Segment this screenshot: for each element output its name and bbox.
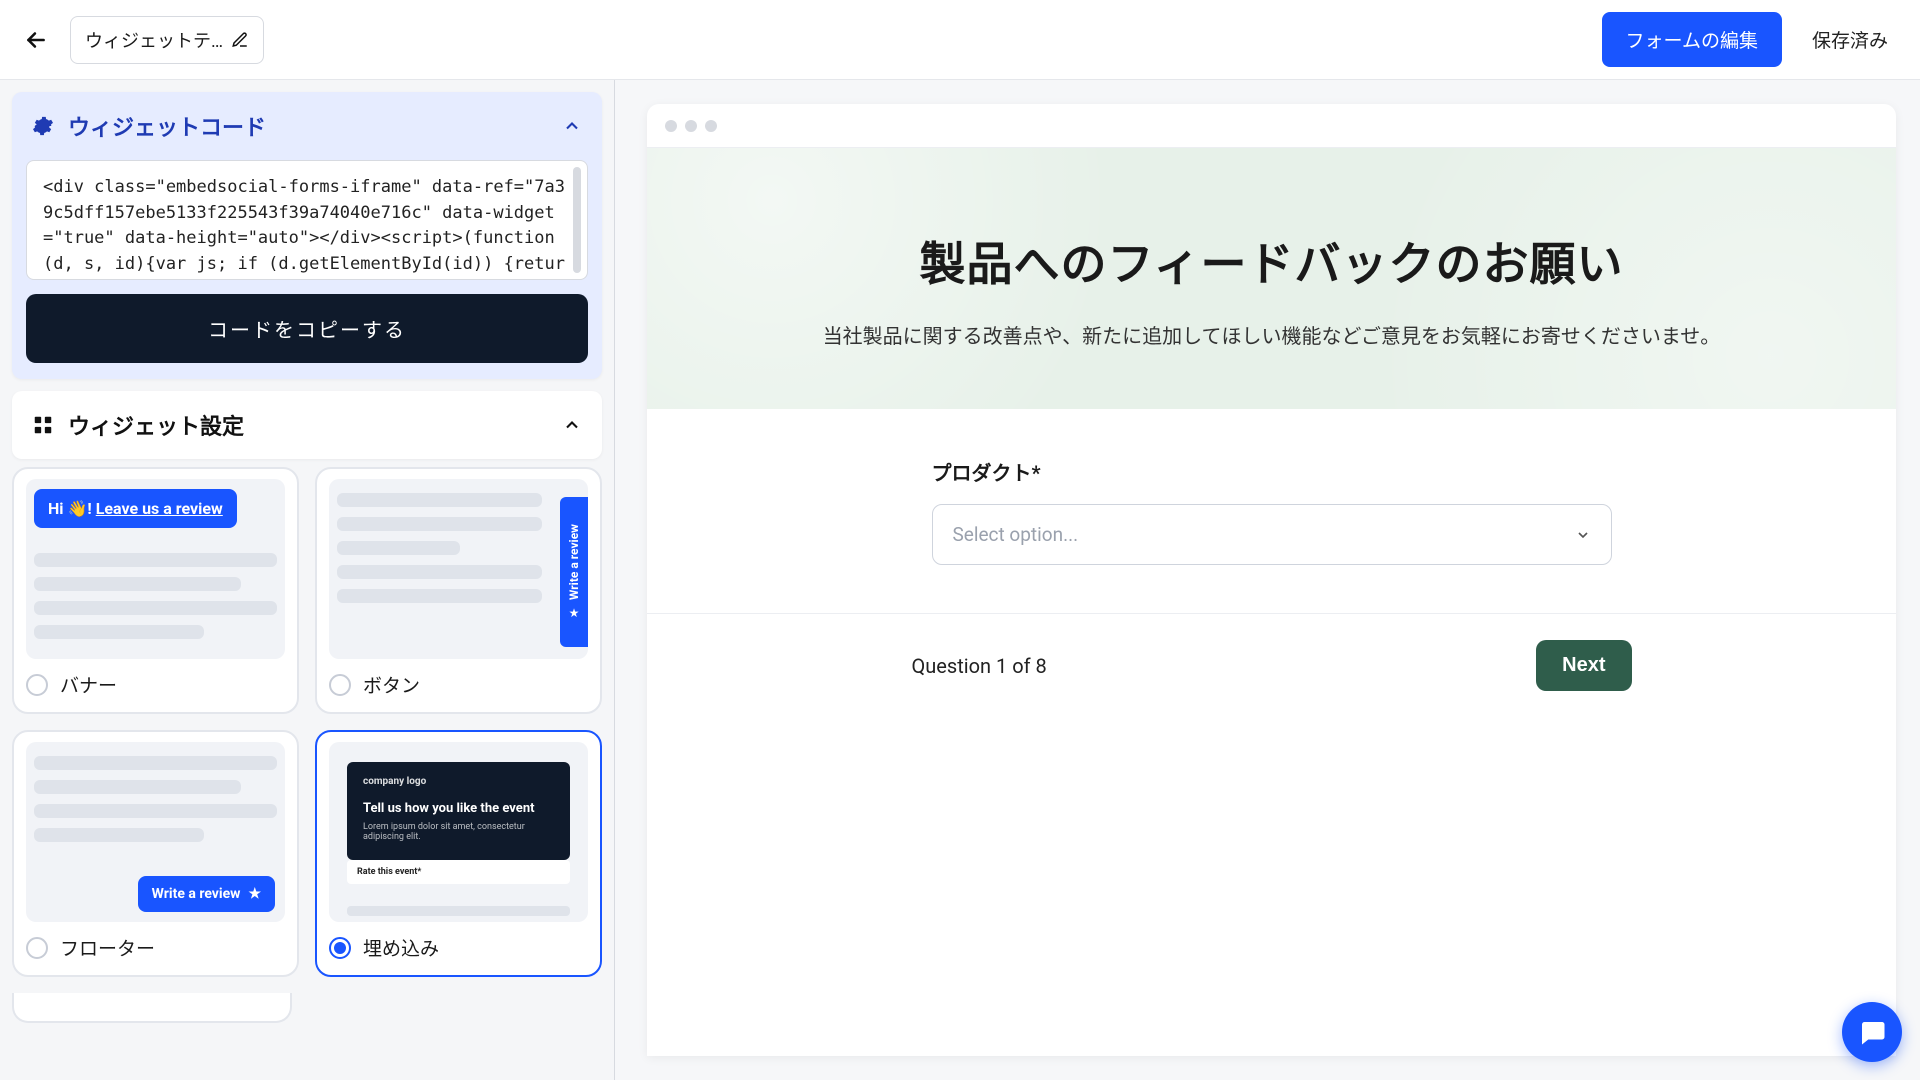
widget-tile-embed[interactable]: company logo Tell us how you like the ev… — [315, 730, 602, 977]
back-button[interactable] — [12, 16, 60, 64]
tile-label-banner: バナー — [60, 671, 117, 698]
select-placeholder: Select option... — [953, 523, 1079, 546]
tile-preview-banner: Hi 👋! Leave us a review — [26, 479, 285, 659]
widget-settings-header[interactable]: ウィジェット設定 — [12, 391, 602, 459]
radio-button[interactable] — [329, 674, 351, 696]
radio-floater[interactable] — [26, 937, 48, 959]
embed-code-box[interactable]: <div class="embedsocial-forms-iframe" da… — [26, 160, 588, 280]
widget-title-chip[interactable]: ウィジェットテ… — [70, 16, 264, 64]
widget-code-title: ウィジェットコード — [68, 110, 266, 142]
widget-settings-title: ウィジェット設定 — [68, 409, 244, 441]
widget-code-card: ウィジェットコード <div class="embedsocial-forms-… — [12, 92, 602, 379]
widget-title-text: ウィジェットテ… — [85, 27, 223, 53]
sidebar: ウィジェットコード <div class="embedsocial-forms-… — [0, 80, 615, 1080]
widget-type-grid: Hi 👋! Leave us a review バナー Write a revi… — [0, 467, 614, 977]
form-description: 当社製品に関する改善点や、新たに追加してほしい機能などご意見をお気軽にお寄せくだ… — [687, 320, 1856, 349]
widget-tile-button[interactable]: Write a review ★ ボタン — [315, 467, 602, 714]
widget-tile-banner[interactable]: Hi 👋! Leave us a review バナー — [12, 467, 299, 714]
traffic-light-dot — [705, 120, 717, 132]
tile-preview-button: Write a review ★ — [329, 479, 588, 659]
floater-badge: Write a review★ — [138, 876, 275, 912]
side-tab-badge: Write a review ★ — [560, 497, 588, 647]
tile-preview-floater: Write a review★ — [26, 742, 285, 922]
form-hero: 製品へのフィードバックのお願い 当社製品に関する改善点や、新たに追加してほしい機… — [647, 148, 1896, 409]
widget-code-header[interactable]: ウィジェットコード — [12, 92, 602, 160]
traffic-light-dot — [685, 120, 697, 132]
chat-icon — [1857, 1017, 1887, 1047]
arrow-left-icon — [23, 27, 49, 53]
chevron-down-icon — [1575, 527, 1591, 543]
widget-tile-floater[interactable]: Write a review★ フローター — [12, 730, 299, 977]
saved-status-button[interactable]: 保存済み — [1792, 12, 1908, 67]
widget-settings-card: ウィジェット設定 — [12, 391, 602, 459]
chat-fab[interactable] — [1842, 1002, 1902, 1062]
tile-label-button: ボタン — [363, 671, 420, 698]
chevron-up-icon — [562, 116, 582, 136]
next-button[interactable]: Next — [1536, 640, 1631, 691]
form-title: 製品へのフィードバックのお願い — [687, 228, 1856, 294]
radio-embed[interactable] — [329, 937, 351, 959]
grid-icon — [32, 414, 54, 436]
tile-label-floater: フローター — [60, 934, 155, 961]
chevron-up-icon — [562, 415, 582, 435]
traffic-light-dot — [665, 120, 677, 132]
field-label-product: プロダクト* — [932, 457, 1612, 486]
banner-badge: Hi 👋! Leave us a review — [34, 489, 237, 528]
gear-icon — [32, 115, 54, 137]
product-select[interactable]: Select option... — [932, 504, 1612, 565]
browser-frame: 製品へのフィードバックのお願い 当社製品に関する改善点や、新たに追加してほしい機… — [647, 104, 1896, 1056]
question-counter: Question 1 of 8 — [912, 654, 1047, 678]
tile-preview-embed: company logo Tell us how you like the ev… — [329, 742, 588, 922]
pencil-icon — [231, 31, 249, 49]
browser-bar — [647, 104, 1896, 148]
form-body: プロダクト* Select option... — [647, 409, 1896, 613]
radio-banner[interactable] — [26, 674, 48, 696]
top-bar: ウィジェットテ… フォームの編集 保存済み — [0, 0, 1920, 80]
copy-code-button[interactable]: コードをコピーする — [26, 294, 588, 363]
form-footer: Question 1 of 8 Next — [647, 613, 1896, 717]
edit-form-button[interactable]: フォームの編集 — [1602, 12, 1782, 67]
tile-label-embed: 埋め込み — [363, 934, 439, 961]
preview-pane: 製品へのフィードバックのお願い 当社製品に関する改善点や、新たに追加してほしい機… — [615, 80, 1920, 1080]
